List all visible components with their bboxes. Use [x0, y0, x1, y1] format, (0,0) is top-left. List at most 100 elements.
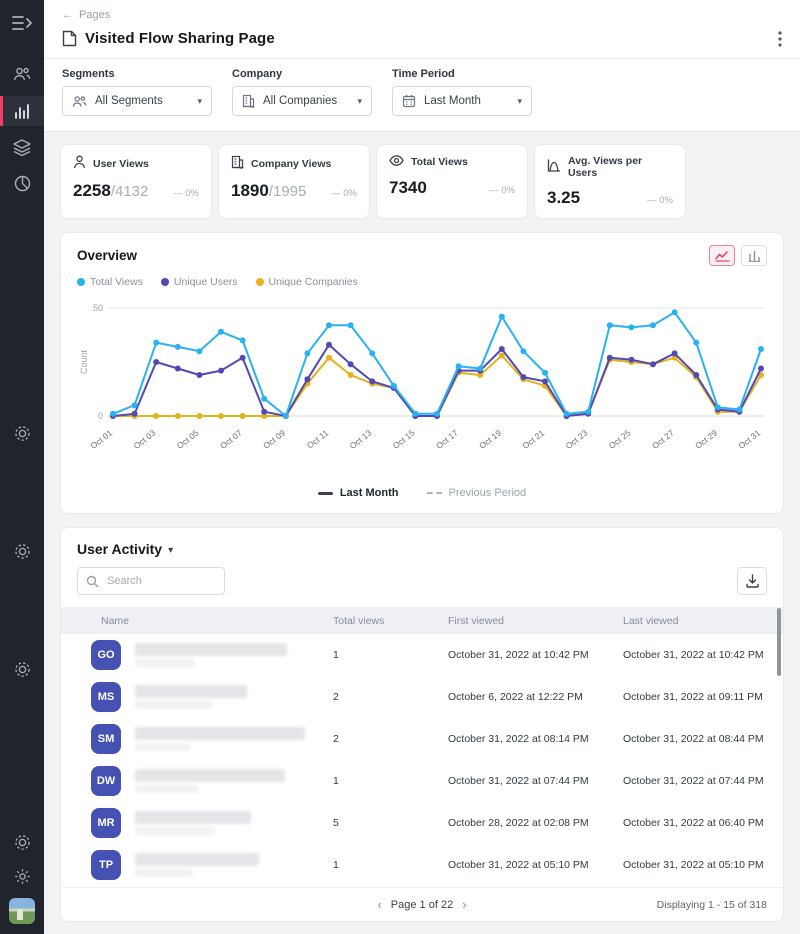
- back-label[interactable]: Pages: [79, 9, 110, 21]
- chart-legend-item[interactable]: Unique Companies: [256, 276, 358, 288]
- avatar: MR: [91, 808, 121, 838]
- stat-delta: — 0%: [173, 188, 199, 199]
- layers-icon[interactable]: [0, 133, 44, 161]
- building-icon: [242, 94, 255, 108]
- person-icon: [73, 155, 86, 172]
- table-row[interactable]: DW 1 October 31, 2022 at 07:44 PM Octobe…: [61, 760, 783, 802]
- dashed-line-swatch: [427, 492, 442, 494]
- svg-text:Oct 23: Oct 23: [564, 428, 590, 451]
- line-chart-icon[interactable]: [709, 245, 735, 266]
- next-page-icon[interactable]: ›: [462, 898, 466, 911]
- stat-label: Avg. Views per Users: [568, 155, 673, 179]
- stat-delta: — 0%: [647, 195, 673, 206]
- legend-dot: [161, 278, 169, 286]
- wheel-icon[interactable]: [0, 828, 44, 856]
- table-row[interactable]: MR 5 October 28, 2022 at 02:08 PM Octobe…: [61, 802, 783, 844]
- search-input[interactable]: [105, 574, 216, 588]
- building-icon: [231, 155, 244, 172]
- legend-label: Previous Period: [449, 487, 527, 499]
- users-group-icon: [72, 95, 87, 108]
- filter-label: Company: [232, 68, 372, 80]
- period-legend: Last Month Previous Period: [77, 475, 767, 507]
- chevron-down-icon[interactable]: ▾: [168, 545, 173, 556]
- svg-text:Oct 19: Oct 19: [477, 428, 503, 451]
- app: ← Pages Visited Flow Sharing Page Segmen…: [0, 0, 800, 934]
- svg-text:Count: Count: [79, 350, 89, 375]
- chart-legend-item[interactable]: Total Views: [77, 276, 143, 288]
- page-title: Visited Flow Sharing Page: [85, 30, 275, 47]
- dropdown-value: Last Month: [424, 95, 481, 107]
- download-button[interactable]: [737, 567, 767, 595]
- filter-label: Time Period: [392, 68, 532, 80]
- page-header: ← Pages Visited Flow Sharing Page: [44, 0, 800, 58]
- col-header-name[interactable]: Name: [61, 615, 333, 627]
- first-viewed-cell: October 31, 2022 at 05:10 PM: [448, 859, 623, 871]
- stat-label: Company Views: [251, 158, 331, 170]
- profile-photo[interactable]: [9, 898, 35, 924]
- total-views-cell: 1: [333, 649, 448, 661]
- user-activity-panel: User Activity ▾ Name: [60, 527, 784, 922]
- legend-dot: [256, 278, 264, 286]
- legend-dot: [77, 278, 85, 286]
- menu-icon[interactable]: [0, 10, 44, 36]
- pie-chart-icon[interactable]: [0, 169, 44, 197]
- legend-previous-period: Previous Period: [427, 487, 527, 499]
- segments-dropdown[interactable]: All Segments ▾: [62, 86, 212, 116]
- table-header: Name Total views First viewed Last viewe…: [61, 607, 783, 634]
- last-viewed-cell: October 31, 2022 at 07:44 PM: [623, 775, 783, 787]
- chart-type-toggles: [709, 245, 767, 266]
- total-views-cell: 1: [333, 775, 448, 787]
- table-row[interactable]: SM 2 October 31, 2022 at 08:14 PM Octobe…: [61, 718, 783, 760]
- user-name-redacted: [135, 811, 251, 835]
- displaying-label: Displaying 1 - 15 of 318: [657, 899, 767, 911]
- last-viewed-cell: October 31, 2022 at 10:42 PM: [623, 649, 783, 661]
- chevron-down-icon: ▾: [197, 96, 202, 107]
- table-row[interactable]: GO 1 October 31, 2022 at 10:42 PM Octobe…: [61, 634, 783, 676]
- user-name-redacted: [135, 853, 259, 877]
- last-viewed-cell: October 31, 2022 at 06:40 PM: [623, 817, 783, 829]
- stat-value: 2258: [73, 181, 111, 201]
- scrollbar[interactable]: [777, 608, 781, 676]
- settings-gear-icon[interactable]: [0, 862, 44, 890]
- stats-row: User Views 2258 /4132 — 0% Company Views…: [60, 144, 784, 219]
- analytics-bar-chart-icon[interactable]: [0, 96, 44, 126]
- col-header-first[interactable]: First viewed: [448, 615, 623, 627]
- line-chart[interactable]: 500CountOct 01Oct 03Oct 05Oct 07Oct 09Oc…: [77, 296, 767, 475]
- wheel-icon[interactable]: [0, 419, 44, 447]
- sidebar: [0, 0, 44, 934]
- wheel-icon[interactable]: [0, 655, 44, 683]
- company-dropdown[interactable]: All Companies ▾: [232, 86, 372, 116]
- stat-label: User Views: [93, 158, 149, 170]
- table-body: GO 1 October 31, 2022 at 10:42 PM Octobe…: [61, 634, 783, 886]
- total-views-cell: 5: [333, 817, 448, 829]
- page-label: Page 1 of 22: [391, 899, 453, 911]
- wheel-icon[interactable]: [0, 537, 44, 565]
- filter-time-period: Time Period Last Month ▾: [392, 68, 532, 116]
- chevron-down-icon: ▾: [357, 96, 362, 107]
- segments-users-icon[interactable]: [0, 60, 44, 88]
- avatar: SM: [91, 724, 121, 754]
- first-viewed-cell: October 31, 2022 at 07:44 PM: [448, 775, 623, 787]
- breadcrumb[interactable]: ← Pages: [62, 9, 782, 21]
- stat-value: 7340: [389, 178, 427, 198]
- stat-delta: — 0%: [331, 188, 357, 199]
- user-name-redacted: [135, 643, 287, 667]
- svg-text:Oct 17: Oct 17: [434, 428, 460, 451]
- first-viewed-cell: October 31, 2022 at 10:42 PM: [448, 649, 623, 661]
- table-row[interactable]: MS 2 October 6, 2022 at 12:22 PM October…: [61, 676, 783, 718]
- user-name-redacted: [135, 727, 305, 751]
- kebab-menu-icon[interactable]: [778, 31, 782, 47]
- legend-label: Unique Users: [174, 276, 238, 288]
- search-box[interactable]: [77, 567, 225, 595]
- first-viewed-cell: October 6, 2022 at 12:22 PM: [448, 691, 623, 703]
- chart-legend-item[interactable]: Unique Users: [161, 276, 238, 288]
- bar-chart-icon[interactable]: [741, 245, 767, 266]
- stat-card: Company Views 1890 /1995 — 0%: [218, 144, 370, 219]
- time-period-dropdown[interactable]: Last Month ▾: [392, 86, 532, 116]
- col-header-last[interactable]: Last viewed: [623, 615, 783, 627]
- svg-text:Oct 29: Oct 29: [693, 428, 719, 451]
- prev-page-icon[interactable]: ‹: [377, 898, 381, 911]
- dropdown-value: All Segments: [95, 95, 163, 107]
- table-row[interactable]: TP 1 October 31, 2022 at 05:10 PM Octobe…: [61, 844, 783, 886]
- col-header-views[interactable]: Total views: [333, 615, 448, 627]
